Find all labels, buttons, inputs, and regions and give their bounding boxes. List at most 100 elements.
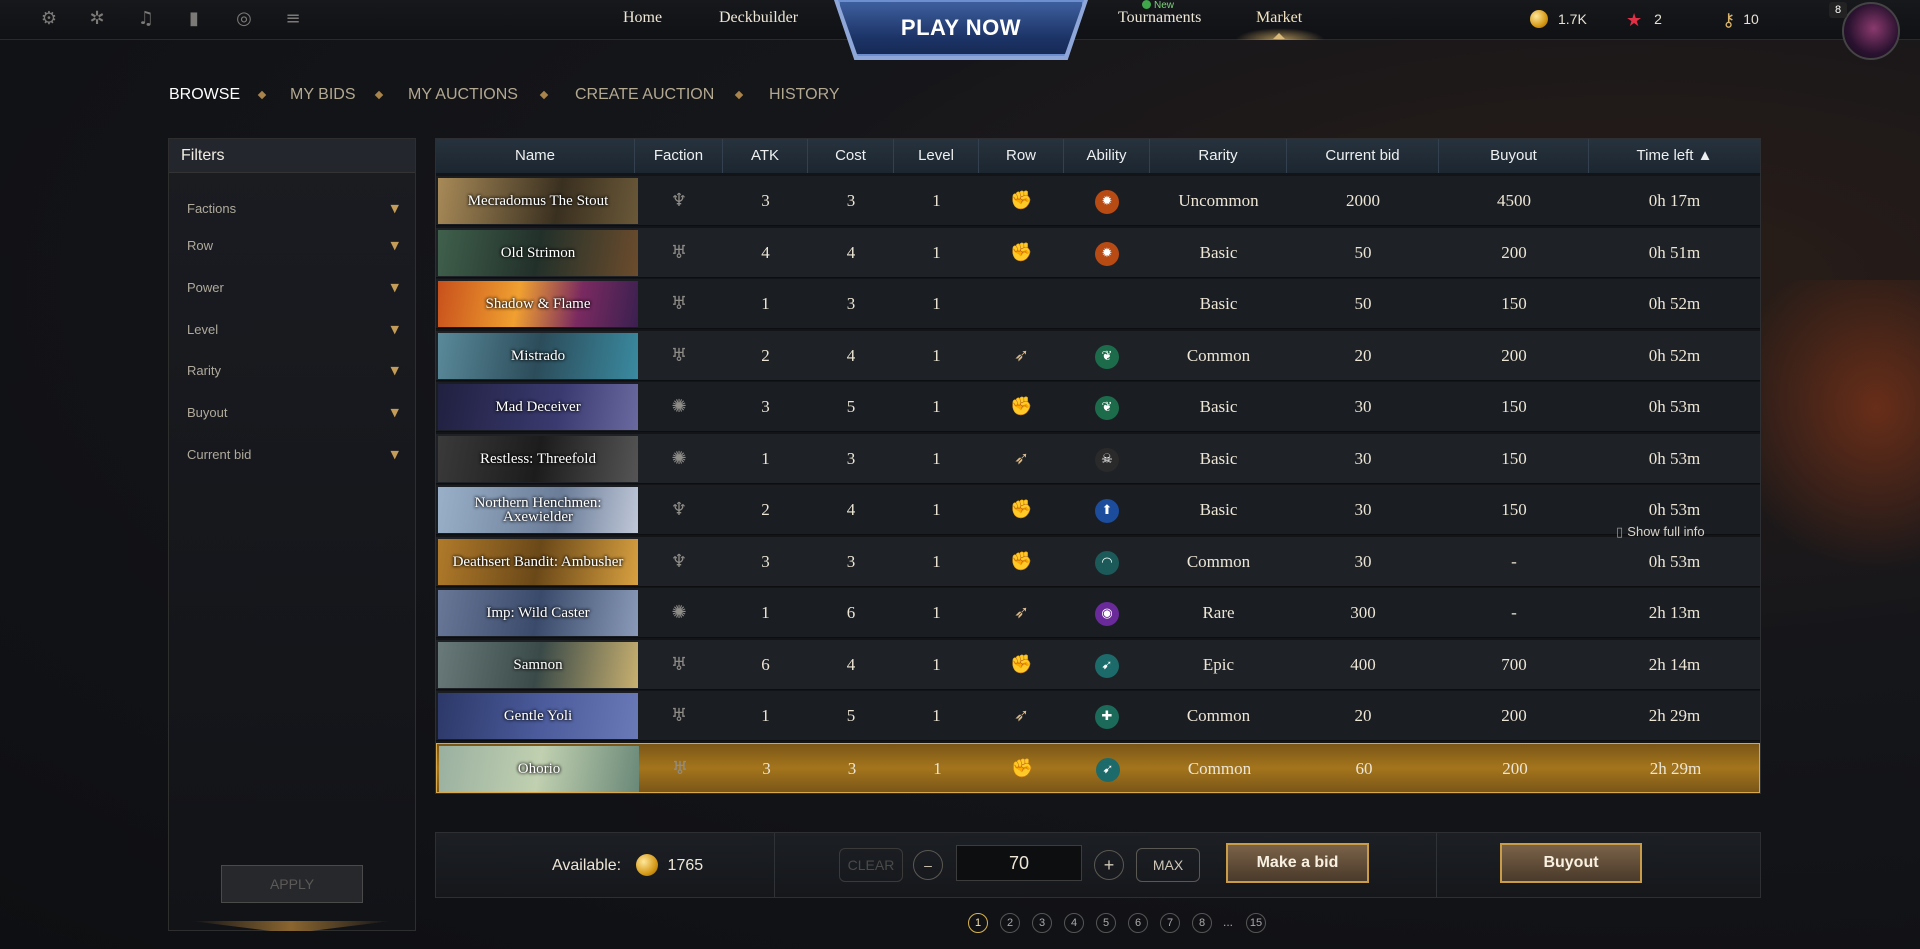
cell-cost: 4 xyxy=(846,500,856,519)
ability-cell: ⬆ xyxy=(1064,485,1150,535)
cell-atk: 3 xyxy=(761,397,770,416)
ability-cell: ☠ xyxy=(1064,434,1150,484)
bell-icon[interactable]: ♫ xyxy=(135,8,157,30)
cell-rarity: Common xyxy=(1186,706,1251,725)
wing-ability-icon: ➹ xyxy=(1096,757,1120,782)
cell-atk: 3 xyxy=(761,551,770,571)
table-row[interactable]: Shadow & Flame ♅ 1 3 1 Basic 50 150 0h 52m xyxy=(436,279,1760,329)
filters-title: Filters xyxy=(169,139,415,173)
cell-level: 1 xyxy=(932,603,941,622)
col-level[interactable]: Level xyxy=(894,139,979,173)
nav-deckbuilder[interactable]: Deckbuilder xyxy=(719,9,798,27)
cell-time: 0h 51m xyxy=(1648,242,1701,262)
tab-my-bids[interactable]: MY BIDS xyxy=(290,86,356,104)
ability-cell: ➹ xyxy=(1065,744,1151,794)
col-row[interactable]: Row xyxy=(979,139,1064,173)
card-art: Old Strimon xyxy=(438,229,638,276)
cell-bid: 30 xyxy=(1354,448,1372,468)
cell-level: 1 xyxy=(932,500,941,519)
table-row[interactable]: Restless: Threefold ✺ ➶ ☠ 1 3 1 Basic 30 150 0h 53… xyxy=(436,433,1760,484)
col-faction[interactable]: Faction xyxy=(635,139,723,173)
table-row[interactable]: Northern Henchmen: Axewielder ♆ ✊ ⬆ 2 4 1 Basic… xyxy=(436,485,1760,535)
page-6[interactable]: 6 xyxy=(1128,913,1148,933)
table-row[interactable]: Old Strimon ♅ ✊ ✹ 4 4 1 Basic 50 200 0h 51m xyxy=(436,227,1760,278)
tab-history[interactable]: HISTORY xyxy=(769,86,840,104)
table-row[interactable]: Mecradomus The Stout ♆ ✊ ✹ 3 3 1 Uncommon 2000 45… xyxy=(436,176,1760,226)
col-atk[interactable]: ATK xyxy=(723,139,808,173)
table-row[interactable]: Mistrado ♅ ➶ ❦ 2 4 1 Common 20 200 0h 52m xyxy=(436,330,1760,381)
filter-row[interactable]: Row ▼ xyxy=(187,238,399,253)
tab-browse[interactable]: BROWSE xyxy=(169,86,240,104)
col-ability[interactable]: Ability xyxy=(1064,139,1150,173)
nav-home[interactable]: Home xyxy=(623,9,662,27)
cell-rarity: Rare xyxy=(1202,603,1235,622)
leaf-ability-icon: ❦ xyxy=(1095,396,1119,421)
table-row[interactable]: Mad Deceiver ✺ ✊ ❦ 3 5 1 Basic 30 150 0h 53m xyxy=(436,382,1760,432)
page-2[interactable]: 2 xyxy=(1000,913,1020,933)
nav-tournaments[interactable]: Tournaments xyxy=(1118,9,1201,27)
clear-button[interactable]: CLEAR xyxy=(839,848,903,882)
table-row[interactable]: Deathsert Bandit: Ambusher ♆ ✊ ◠ 3 3 1 Common 30… xyxy=(436,536,1760,587)
stars-counter: ★ 2 xyxy=(1626,10,1662,31)
chevron-down-icon: ▼ xyxy=(390,448,399,461)
faction-icon: ♅ xyxy=(671,757,689,779)
col-current-bid[interactable]: Current bid xyxy=(1287,139,1439,173)
ability-cell: ❦ xyxy=(1064,382,1150,432)
table-row[interactable]: Ohorio ♅ ✊ ➹ 3 3 1 Common 60 200 2h 29m xyxy=(436,742,1760,794)
col-buyout[interactable]: Buyout xyxy=(1439,139,1589,173)
table-row[interactable]: Imp: Wild Caster ✺ ➶ ◉ 1 6 1 Rare 300 - 2h 13m xyxy=(436,588,1760,638)
cell-level: 1 xyxy=(932,345,941,365)
faction-icon: ♆ xyxy=(670,499,688,520)
cell-bid: 20 xyxy=(1354,706,1372,725)
tab-create-auction[interactable]: CREATE AUCTION xyxy=(575,86,714,104)
col-time-left[interactable]: Time left ▲ xyxy=(1589,139,1760,173)
filter-level[interactable]: Level ▼ xyxy=(187,322,399,337)
play-now-label: PLAY NOW xyxy=(900,15,1022,40)
col-name[interactable]: Name xyxy=(436,139,635,173)
page-4[interactable]: 4 xyxy=(1064,913,1084,933)
nav-market[interactable]: Market xyxy=(1256,9,1302,27)
card-name: Mecradomus The Stout xyxy=(467,193,609,209)
card-art: Restless: Threefold xyxy=(438,435,638,482)
table-row[interactable]: Gentle Yoli ♅ ➶ ✚ 1 5 1 Common 20 200 2h 29m xyxy=(436,691,1760,741)
cell-cost: 3 xyxy=(846,448,856,468)
buyout-button[interactable]: Buyout xyxy=(1500,843,1642,883)
bug-icon[interactable]: ✲ xyxy=(86,8,108,30)
col-rarity[interactable]: Rarity xyxy=(1150,139,1287,173)
info-icon: ▯ xyxy=(1616,525,1628,540)
filter-rarity[interactable]: Rarity ▼ xyxy=(187,363,399,378)
apply-button[interactable]: APPLY xyxy=(221,865,363,903)
show-full-info[interactable]: ▯ Show full info xyxy=(1616,524,1705,540)
filter-power[interactable]: Power ▼ xyxy=(187,280,399,295)
stats-icon[interactable]: ▮ xyxy=(183,8,205,30)
page-7[interactable]: 7 xyxy=(1160,913,1180,933)
max-bid-button[interactable]: MAX xyxy=(1136,848,1200,882)
make-bid-button[interactable]: Make a bid xyxy=(1226,843,1369,883)
cell-atk: 3 xyxy=(762,758,771,778)
ranged-row-icon: ➶ xyxy=(1013,705,1030,726)
burst-ability-icon: ✹ xyxy=(1095,241,1119,266)
play-now-button[interactable]: PLAY NOW xyxy=(838,0,1084,56)
page-15[interactable]: 15 xyxy=(1246,913,1266,933)
tab-separator xyxy=(734,90,744,100)
coins-icon[interactable]: ◎ xyxy=(233,8,255,30)
filter-current-bid[interactable]: Current bid ▼ xyxy=(187,447,399,462)
decrease-bid-button[interactable]: – xyxy=(913,850,943,880)
table-row[interactable]: Samnon ♅ ✊ ➹ 6 4 1 Epic 400 700 2h 14m xyxy=(436,639,1760,690)
scroll-icon[interactable]: ≡ xyxy=(282,8,304,30)
page-8[interactable]: 8 xyxy=(1192,913,1212,933)
increase-bid-button[interactable]: + xyxy=(1094,850,1124,880)
filter-buyout[interactable]: Buyout ▼ xyxy=(187,405,399,420)
page-3[interactable]: 3 xyxy=(1032,913,1052,933)
bid-amount-input[interactable]: 70 xyxy=(956,845,1082,881)
cell-rarity: Uncommon xyxy=(1178,191,1259,210)
col-cost[interactable]: Cost xyxy=(808,139,894,173)
page-5[interactable]: 5 xyxy=(1096,913,1116,933)
avatar[interactable] xyxy=(1842,2,1900,60)
cell-time: 2h 13m xyxy=(1648,603,1701,622)
tab-my-auctions[interactable]: MY AUCTIONS xyxy=(408,86,518,104)
page-1[interactable]: 1 xyxy=(968,913,988,933)
filter-factions[interactable]: Factions ▼ xyxy=(187,201,399,216)
faction-icon: ♅ xyxy=(670,241,688,263)
gear-icon[interactable]: ⚙ xyxy=(38,8,60,30)
